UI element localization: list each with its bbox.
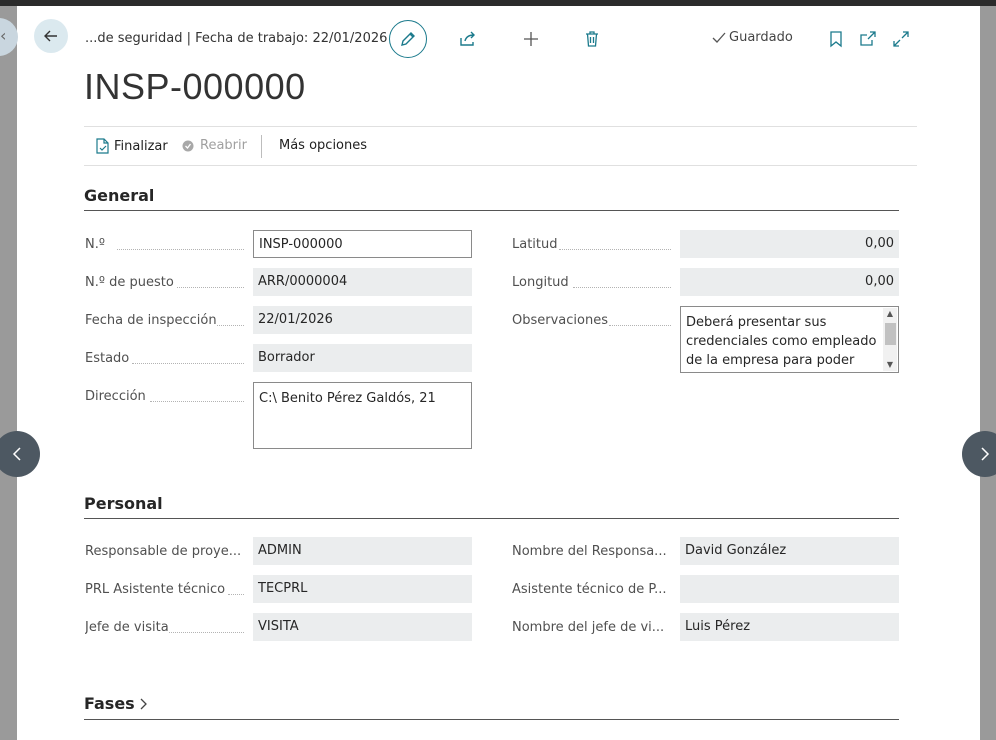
boss-name-field[interactable]: Luis Pérez [680, 613, 899, 641]
plus-icon [524, 32, 538, 46]
checkmark-icon [712, 32, 726, 43]
state-field[interactable]: Borrador [253, 344, 472, 372]
saved-label: Guardado [729, 30, 793, 45]
edit-button[interactable] [389, 20, 427, 58]
leader-dots [150, 401, 244, 402]
field-label-state: Estado [85, 351, 130, 366]
reopen-action[interactable]: Reabrir [181, 138, 247, 153]
share-icon [460, 31, 475, 46]
field-label-observations: Observaciones [512, 313, 608, 328]
action-separator [261, 135, 262, 158]
post-field[interactable]: ARR/0000004 [253, 268, 472, 296]
action-bar: Finalizar Reabrir Más opciones [84, 126, 917, 166]
section-divider [84, 210, 899, 211]
breadcrumb: ...de seguridad | Fecha de trabajo: 22/0… [85, 31, 388, 46]
field-label-no: N.º [85, 237, 105, 252]
field-label-boss-name: Nombre del jefe de vi... [512, 620, 665, 635]
finalize-action[interactable]: Finalizar [95, 138, 168, 154]
leader-dots [217, 325, 244, 326]
chevron-right-icon [140, 698, 147, 709]
section-general-title[interactable]: General [84, 186, 154, 205]
field-label-project-manager: Responsable de proye... [85, 544, 242, 559]
bookmark-icon [830, 31, 842, 48]
leader-dots [573, 287, 671, 288]
more-options-label: Más opciones [279, 138, 368, 153]
chevron-left-icon [12, 447, 21, 461]
field-label-manager-name: Nombre del Responsa... [512, 544, 667, 559]
field-label-visit-boss: Jefe de visita [85, 620, 169, 635]
more-options-action[interactable]: Más opciones [279, 138, 367, 153]
field-label-date: Fecha de inspección [85, 313, 217, 328]
finalize-label: Finalizar [114, 138, 168, 154]
project-manager-field[interactable]: ADMIN [253, 537, 472, 565]
reopen-icon [182, 140, 194, 152]
no-input[interactable]: INSP-000000 [253, 230, 472, 258]
phases-label: Fases [84, 694, 135, 713]
field-label-address: Dirección [85, 389, 146, 404]
section-divider [84, 719, 899, 720]
leader-dots [132, 363, 244, 364]
date-field[interactable]: 22/01/2026 [253, 306, 472, 334]
saved-status: Guardado [711, 30, 793, 45]
leader-dots [117, 249, 244, 250]
leader-dots [169, 632, 244, 633]
share-button[interactable] [457, 28, 479, 50]
scroll-up-arrow-icon[interactable]: ▲ [883, 308, 897, 320]
section-personal-title[interactable]: Personal [84, 494, 163, 513]
expand-button[interactable] [890, 28, 912, 50]
pencil-icon [401, 32, 415, 46]
new-button[interactable] [520, 28, 542, 50]
prl-assistant-field[interactable]: TECPRL [253, 575, 472, 603]
expand-icon [893, 31, 909, 47]
open-new-window-button[interactable] [857, 28, 879, 50]
field-label-prl-assistant: PRL Asistente técnico [85, 582, 226, 597]
delete-button[interactable] [581, 28, 603, 50]
scroll-down-arrow-icon[interactable]: ▼ [883, 359, 897, 371]
trash-icon [586, 31, 598, 47]
longitude-field[interactable]: 0,00 [680, 268, 899, 296]
record-card: ...de seguridad | Fecha de trabajo: 22/0… [17, 6, 980, 740]
visit-boss-field[interactable]: VISITA [253, 613, 472, 641]
open-in-new-icon [860, 31, 876, 46]
document-check-icon [96, 138, 109, 154]
field-label-latitude: Latitud [512, 237, 558, 252]
field-label-post: N.º de puesto [85, 275, 174, 290]
manager-name-field[interactable]: David González [680, 537, 899, 565]
bookmark-button[interactable] [825, 28, 847, 50]
chevron-right-icon [981, 447, 990, 461]
section-phases-title[interactable]: Fases [84, 694, 148, 713]
page-title: INSP-000000 [84, 66, 306, 107]
address-textarea[interactable]: C:\ Benito Pérez Galdós, 21 [253, 382, 472, 449]
observations-textarea[interactable]: Deberá presentar sus credenciales como e… [680, 306, 899, 373]
leader-dots [177, 287, 244, 288]
technical-assistant-field[interactable] [680, 575, 899, 603]
field-label-technical-assistant: Asistente técnico de P... [512, 582, 667, 597]
section-divider [84, 518, 899, 519]
reopen-label: Reabrir [200, 138, 247, 153]
observations-text: Deberá presentar sus credenciales como e… [686, 315, 877, 368]
scroll-thumb[interactable] [885, 323, 896, 345]
back-button[interactable] [34, 19, 68, 53]
leader-dots [228, 594, 244, 595]
leader-dots [559, 249, 671, 250]
latitude-field[interactable]: 0,00 [680, 230, 899, 258]
arrow-left-icon [44, 30, 57, 42]
observations-scrollbar[interactable]: ▲ ▼ [883, 308, 897, 371]
arrow-left-icon: ‹ [0, 26, 7, 45]
leader-dots [609, 325, 671, 326]
field-label-longitude: Longitud [512, 275, 569, 290]
